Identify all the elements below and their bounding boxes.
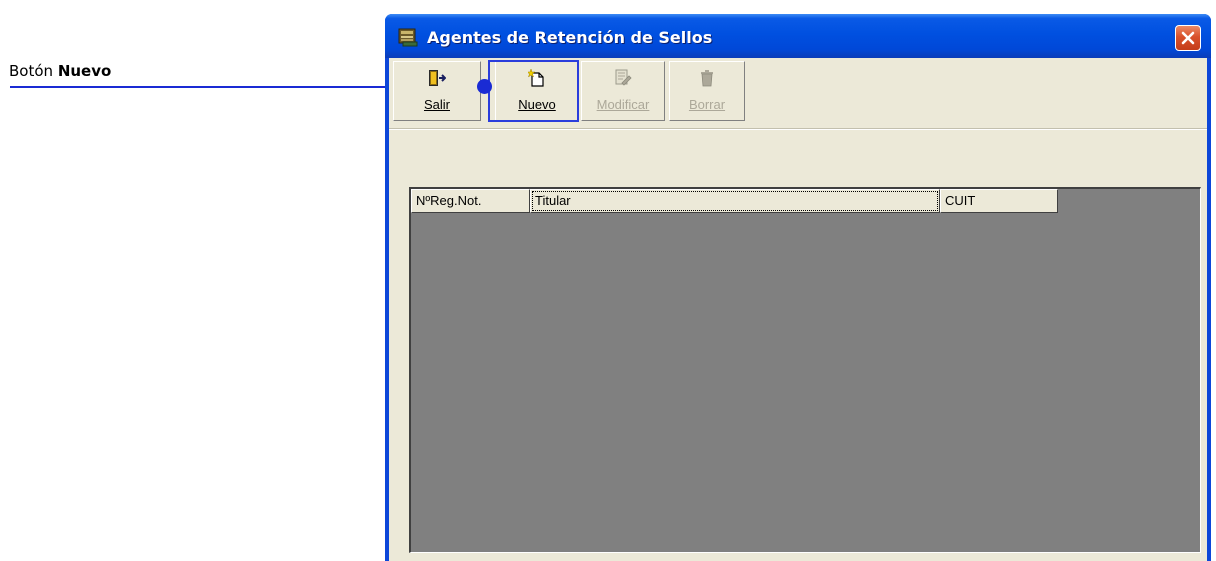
borrar-label: Borrar xyxy=(688,97,726,112)
toolbar-separator xyxy=(389,128,1207,130)
grid-header: NºReg.Not. Titular CUIT xyxy=(411,189,1058,213)
modificar-button[interactable]: Modificar xyxy=(581,61,665,121)
salir-label: Salir xyxy=(423,97,450,112)
screen: Botón Nuevo Agentes de Retención de Sell… xyxy=(0,0,1216,561)
column-header-titular[interactable]: Titular xyxy=(530,189,940,213)
title-bar[interactable]: Agentes de Retención de Sellos xyxy=(385,14,1211,58)
window-title: Agentes de Retención de Sellos xyxy=(427,28,713,47)
modificar-label: Modificar xyxy=(596,97,650,112)
callout-target: Nuevo xyxy=(57,62,112,80)
edit-document-icon xyxy=(615,69,632,86)
trash-icon xyxy=(701,70,713,87)
callout-prefix: Botón xyxy=(9,62,58,80)
column-header-nreg[interactable]: NºReg.Not. xyxy=(411,189,530,213)
close-button[interactable] xyxy=(1175,25,1201,51)
column-header-cuit[interactable]: CUIT xyxy=(940,189,1058,213)
data-grid[interactable]: NºReg.Not. Titular CUIT xyxy=(409,187,1201,553)
callout-label: Botón Nuevo xyxy=(9,62,111,80)
callout-highlight-box xyxy=(488,60,579,122)
callout-dot xyxy=(477,79,492,94)
close-icon xyxy=(1181,31,1195,45)
exit-door-icon xyxy=(429,70,446,86)
stamp-app-icon xyxy=(397,27,419,47)
salir-button[interactable]: Salir xyxy=(393,61,481,121)
borrar-button[interactable]: Borrar xyxy=(669,61,745,121)
window-client-area: Salir Nuevo Modificar Borrar NºReg.Not. … xyxy=(389,58,1207,561)
